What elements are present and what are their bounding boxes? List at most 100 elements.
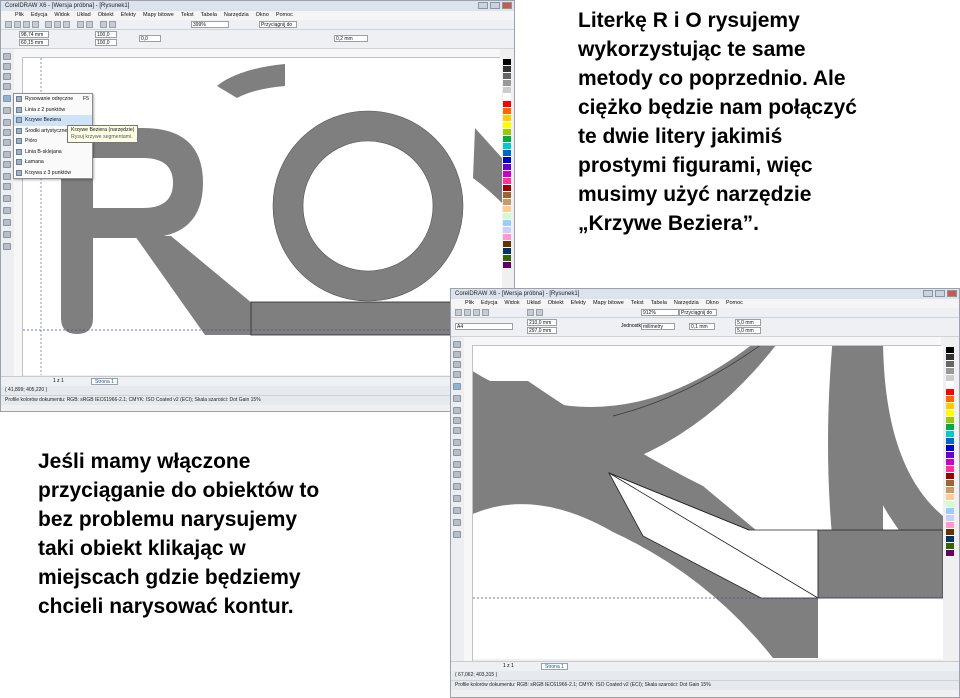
x-field[interactable]: 98,74 mm bbox=[19, 31, 49, 38]
palette-swatch[interactable] bbox=[946, 487, 954, 494]
palette-swatch[interactable] bbox=[503, 66, 511, 73]
menu-table[interactable]: Tabela bbox=[201, 11, 217, 20]
palette-swatch[interactable] bbox=[946, 543, 954, 550]
palette-swatch[interactable] bbox=[503, 115, 511, 122]
menu-layout[interactable]: Układ bbox=[77, 11, 91, 20]
page-size-dropdown[interactable]: A4 bbox=[455, 323, 513, 330]
menu-window[interactable]: Okno bbox=[706, 299, 719, 308]
paste-icon[interactable] bbox=[63, 21, 70, 28]
zoom-tool-icon[interactable] bbox=[3, 83, 11, 90]
shape-tool-icon[interactable] bbox=[3, 63, 11, 70]
palette-swatch[interactable] bbox=[946, 438, 954, 445]
smart-fill-icon[interactable] bbox=[3, 107, 11, 114]
import-icon[interactable] bbox=[100, 21, 107, 28]
page-tab[interactable]: Strona 1 bbox=[91, 378, 118, 385]
palette-swatch[interactable] bbox=[946, 473, 954, 480]
table-tool-icon[interactable] bbox=[3, 161, 11, 168]
menu-table[interactable]: Tabela bbox=[651, 299, 667, 308]
export-icon[interactable] bbox=[109, 21, 116, 28]
palette-swatch[interactable] bbox=[503, 262, 511, 269]
menu-object[interactable]: Obiekt bbox=[98, 11, 114, 20]
palette-swatch[interactable] bbox=[946, 403, 954, 410]
menu-object[interactable]: Obiekt bbox=[548, 299, 564, 308]
angle-field[interactable]: 0,0 bbox=[139, 35, 161, 42]
palette-swatch[interactable] bbox=[946, 424, 954, 431]
menu-help[interactable]: Pomoc bbox=[276, 11, 293, 20]
menu-text[interactable]: Tekst bbox=[631, 299, 644, 308]
palette-swatch[interactable] bbox=[946, 508, 954, 515]
pick-tool-icon[interactable] bbox=[453, 341, 461, 348]
palette-swatch[interactable] bbox=[946, 354, 954, 361]
palette-swatch[interactable] bbox=[503, 87, 511, 94]
palette-swatch[interactable] bbox=[503, 80, 511, 87]
palette-swatch[interactable] bbox=[503, 157, 511, 164]
menu-tools[interactable]: Narzędzia bbox=[674, 299, 699, 308]
print-icon[interactable] bbox=[32, 21, 39, 28]
palette-swatch[interactable] bbox=[946, 396, 954, 403]
palette-swatch[interactable] bbox=[503, 122, 511, 129]
palette-swatch[interactable] bbox=[503, 136, 511, 143]
width-field[interactable]: 100,0 bbox=[95, 31, 117, 38]
connector-tool-icon[interactable] bbox=[3, 183, 11, 190]
save-icon[interactable] bbox=[473, 309, 480, 316]
dimension-tool-icon[interactable] bbox=[453, 461, 461, 468]
menu-bitmaps[interactable]: Mapy bitowe bbox=[143, 11, 174, 20]
page-width-field[interactable]: 210,0 mm bbox=[527, 319, 557, 326]
units-dropdown[interactable]: milimetry bbox=[641, 323, 675, 330]
zoom-tool-icon[interactable] bbox=[453, 371, 461, 378]
palette-swatch[interactable] bbox=[946, 445, 954, 452]
window-1-canvas[interactable] bbox=[23, 58, 502, 375]
page-tab[interactable]: Strona 1 bbox=[541, 663, 568, 670]
palette-swatch[interactable] bbox=[503, 108, 511, 115]
snap-to-dropdown[interactable]: Przyciągnij do bbox=[259, 21, 297, 28]
palette-swatch[interactable] bbox=[946, 550, 954, 557]
palette-swatch[interactable] bbox=[503, 94, 511, 101]
duplicate-y-field[interactable]: 5,0 mm bbox=[735, 327, 761, 334]
palette-swatch[interactable] bbox=[503, 129, 511, 136]
palette-swatch[interactable] bbox=[946, 375, 954, 382]
curve-tool-icon[interactable] bbox=[3, 95, 11, 102]
menu-edit[interactable]: Edycja bbox=[481, 299, 498, 308]
palette-swatch[interactable] bbox=[946, 361, 954, 368]
eyedropper-icon[interactable] bbox=[453, 495, 461, 502]
palette-swatch[interactable] bbox=[503, 220, 511, 227]
palette-swatch[interactable] bbox=[946, 529, 954, 536]
palette-swatch[interactable] bbox=[946, 431, 954, 438]
minimize-button[interactable] bbox=[478, 2, 488, 9]
palette-swatch[interactable] bbox=[503, 248, 511, 255]
duplicate-x-field[interactable]: 5,0 mm bbox=[735, 319, 761, 326]
palette-swatch[interactable] bbox=[503, 227, 511, 234]
palette-swatch[interactable] bbox=[946, 410, 954, 417]
palette-swatch[interactable] bbox=[946, 494, 954, 501]
palette-swatch[interactable] bbox=[503, 192, 511, 199]
flyout-freehand[interactable]: Rysowanie odręczne F5 bbox=[14, 94, 92, 105]
outline-width-field[interactable]: 0,2 mm bbox=[334, 35, 368, 42]
menu-window[interactable]: Okno bbox=[256, 11, 269, 20]
shape-tool-icon[interactable] bbox=[453, 351, 461, 358]
palette-swatch[interactable] bbox=[503, 206, 511, 213]
flyout-2-point-line[interactable]: Linia z 2 punktów bbox=[14, 105, 92, 116]
palette-swatch[interactable] bbox=[503, 241, 511, 248]
polygon-tool-icon[interactable] bbox=[453, 427, 461, 434]
new-icon[interactable] bbox=[455, 309, 462, 316]
palette-swatch[interactable] bbox=[503, 73, 511, 80]
palette-swatch[interactable] bbox=[946, 501, 954, 508]
open-icon[interactable] bbox=[464, 309, 471, 316]
pick-tool-icon[interactable] bbox=[3, 53, 11, 60]
interactive-fill-icon[interactable] bbox=[3, 243, 11, 250]
palette-swatch[interactable] bbox=[503, 59, 511, 66]
minimize-button[interactable] bbox=[923, 290, 933, 297]
palette-swatch[interactable] bbox=[503, 255, 511, 262]
copy-icon[interactable] bbox=[54, 21, 61, 28]
flyout-bezier[interactable]: Krzywe Beziera bbox=[14, 115, 92, 126]
palette-swatch[interactable] bbox=[503, 199, 511, 206]
palette-swatch[interactable] bbox=[946, 459, 954, 466]
ellipse-tool-icon[interactable] bbox=[3, 129, 11, 136]
palette-swatch[interactable] bbox=[503, 143, 511, 150]
rectangle-tool-icon[interactable] bbox=[3, 119, 11, 126]
palette-swatch[interactable] bbox=[946, 368, 954, 375]
menu-edit[interactable]: Edycja bbox=[31, 11, 48, 20]
new-icon[interactable] bbox=[5, 21, 12, 28]
page-height-field[interactable]: 297,0 mm bbox=[527, 327, 557, 334]
print-icon[interactable] bbox=[482, 309, 489, 316]
